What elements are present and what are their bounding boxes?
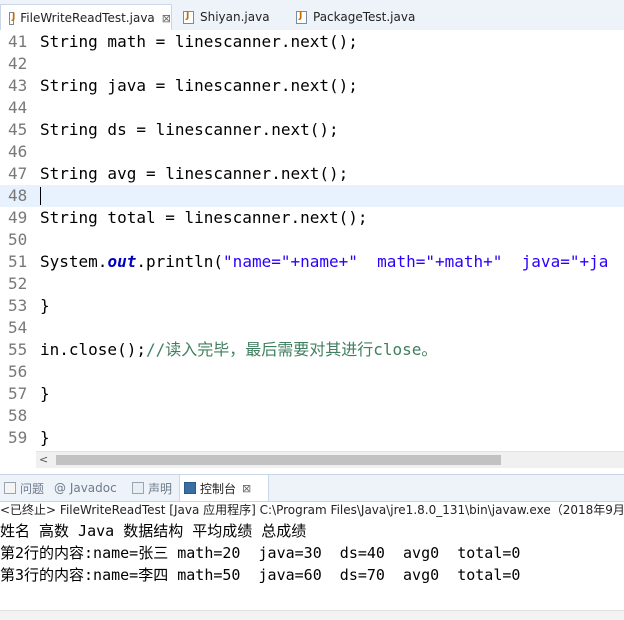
tab-label: FileWriteReadTest.java bbox=[20, 11, 155, 25]
code-line: 58 bbox=[0, 405, 624, 427]
line-number: 48 bbox=[8, 186, 28, 205]
code-text: String java = linescanner.next(); bbox=[40, 76, 358, 95]
code-line: 51 System.out.println("name="+name+" mat… bbox=[0, 251, 624, 273]
current-code-line: 48 bbox=[0, 185, 624, 207]
tab-javadoc[interactable]: @ Javadoc bbox=[54, 475, 122, 501]
code-line: 42 bbox=[0, 53, 624, 75]
line-number: 42 bbox=[8, 54, 28, 73]
close-icon[interactable]: ⊠ bbox=[162, 12, 171, 25]
line-number: 49 bbox=[8, 208, 28, 227]
editor-tab-bar: FileWriteReadTest.java ⊠ Shiyan.java Pac… bbox=[0, 0, 624, 31]
code-line: 43 String java = linescanner.next(); bbox=[0, 75, 624, 97]
close-icon[interactable]: ⊠ bbox=[242, 482, 251, 495]
console-line: 第2行的内容:name=张三 math=20 java=30 ds=40 avg… bbox=[0, 544, 521, 562]
code-line: 54 bbox=[0, 317, 624, 339]
code-text: } bbox=[40, 428, 50, 447]
line-number: 57 bbox=[8, 384, 28, 403]
code-line: 45 String ds = linescanner.next(); bbox=[0, 119, 624, 141]
tab-label: PackageTest.java bbox=[313, 10, 416, 24]
line-number: 47 bbox=[8, 164, 28, 183]
line-number: 43 bbox=[8, 76, 28, 95]
scroll-left-icon[interactable]: < bbox=[39, 453, 48, 466]
line-number: 50 bbox=[8, 230, 28, 249]
line-number: 58 bbox=[8, 406, 28, 425]
views-tab-bar: 问题 @ Javadoc 声明 控制台 ⊠ bbox=[0, 474, 624, 502]
code-line: 56 bbox=[0, 361, 624, 383]
code-comment: //读入完毕，最后需要对其进行close。 bbox=[145, 340, 438, 359]
tab-console[interactable]: 控制台 ⊠ bbox=[179, 475, 269, 501]
tab-label: 问题 bbox=[20, 481, 45, 496]
static-field: out bbox=[107, 252, 137, 271]
line-number: 51 bbox=[8, 252, 28, 271]
code-line: 44 bbox=[0, 97, 624, 119]
console-output[interactable]: 姓名 高数 Java 数据结构 平均成绩 总成绩 第2行的内容:name=张三 … bbox=[0, 520, 624, 619]
code-text: String ds = linescanner.next(); bbox=[40, 120, 339, 139]
string-literal: "name="+name+" math="+math+" java="+ja bbox=[223, 252, 609, 271]
code-line: 46 bbox=[0, 141, 624, 163]
scrollbar-thumb[interactable] bbox=[56, 455, 501, 465]
line-number: 56 bbox=[8, 362, 28, 381]
tab-label: Shiyan.java bbox=[200, 10, 270, 24]
code-line: 49 String total = linescanner.next(); bbox=[0, 207, 624, 229]
java-file-icon bbox=[9, 11, 16, 25]
console-status: <已终止> FileWriteReadTest [Java 应用程序] C:\P… bbox=[0, 503, 624, 517]
code-editor[interactable]: 41 String math = linescanner.next(); 42 … bbox=[0, 30, 624, 451]
code-text: } bbox=[40, 384, 50, 403]
line-number: 45 bbox=[8, 120, 28, 139]
console-line: 姓名 高数 Java 数据结构 平均成绩 总成绩 bbox=[0, 522, 307, 540]
code-text: String avg = linescanner.next(); bbox=[40, 164, 349, 183]
code-line: 41 String math = linescanner.next(); bbox=[0, 31, 624, 53]
code-line: 52 bbox=[0, 273, 624, 295]
code-segment: .println( bbox=[136, 252, 224, 271]
code-line: 55 in.close();//读入完毕，最后需要对其进行close。 bbox=[0, 339, 624, 361]
problems-icon bbox=[4, 482, 16, 494]
tab-declaration[interactable]: 声明 bbox=[132, 475, 174, 501]
horizontal-scrollbar[interactable]: < bbox=[36, 451, 624, 468]
code-text: } bbox=[40, 296, 50, 315]
tab-packagetest[interactable]: PackageTest.java bbox=[288, 5, 428, 29]
line-number: 41 bbox=[8, 32, 28, 51]
line-number: 59 bbox=[8, 428, 28, 447]
declaration-icon bbox=[132, 482, 144, 494]
code-text: in.close();//读入完毕，最后需要对其进行close。 bbox=[40, 339, 437, 361]
code-segment: in.close(); bbox=[40, 340, 146, 359]
code-line: 53 } bbox=[0, 295, 624, 317]
line-number: 54 bbox=[8, 318, 28, 337]
tab-label: @ Javadoc bbox=[54, 481, 117, 495]
tab-label: 控制台 bbox=[200, 481, 237, 496]
code-line: 47 String avg = linescanner.next(); bbox=[0, 163, 624, 185]
console-icon bbox=[184, 482, 196, 494]
tab-shiyan[interactable]: Shiyan.java bbox=[175, 5, 280, 29]
code-text: System.out.println("name="+name+" math="… bbox=[40, 251, 608, 273]
code-text: String math = linescanner.next(); bbox=[40, 32, 358, 51]
code-text: String total = linescanner.next(); bbox=[40, 208, 368, 227]
console-line: 第3行的内容:name=李四 math=50 java=60 ds=70 avg… bbox=[0, 566, 521, 584]
tab-problems[interactable]: 问题 bbox=[4, 475, 48, 501]
text-cursor bbox=[40, 187, 41, 205]
code-line: 57 } bbox=[0, 383, 624, 405]
line-number: 52 bbox=[8, 274, 28, 293]
tab-filewritereadtest[interactable]: FileWriteReadTest.java ⊠ bbox=[0, 4, 172, 31]
line-number: 46 bbox=[8, 142, 28, 161]
line-number: 44 bbox=[8, 98, 28, 117]
line-number: 55 bbox=[8, 340, 28, 359]
code-segment: System. bbox=[40, 252, 108, 271]
code-line: 59 } bbox=[0, 427, 624, 449]
java-file-icon bbox=[296, 10, 307, 24]
line-number: 53 bbox=[8, 296, 28, 315]
tab-label: 声明 bbox=[148, 481, 173, 496]
code-line: 50 bbox=[0, 229, 624, 251]
java-file-icon bbox=[183, 10, 194, 24]
